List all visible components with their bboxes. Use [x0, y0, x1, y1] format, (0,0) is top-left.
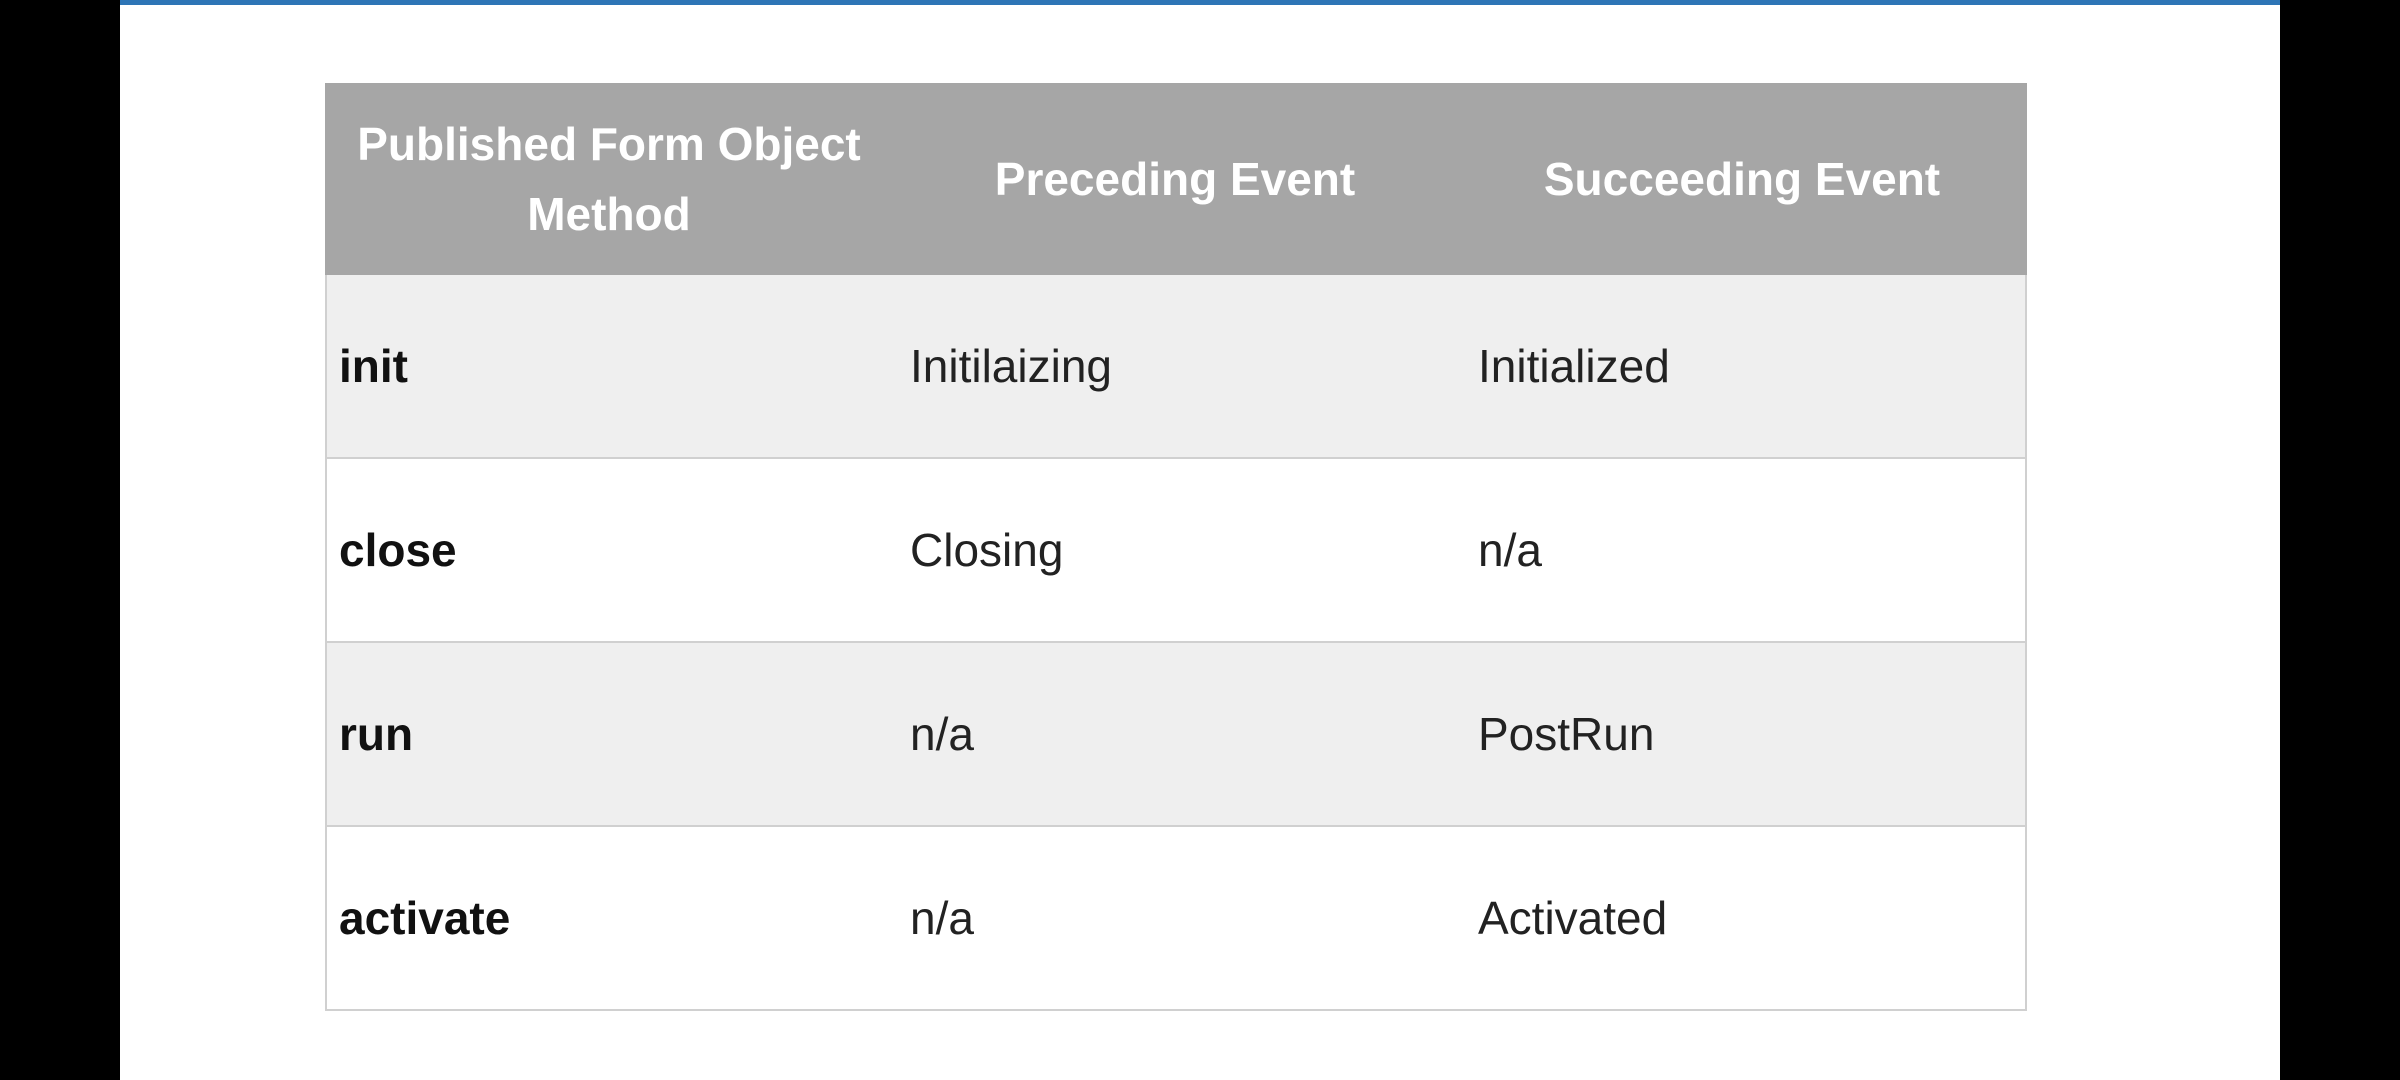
succeeding-event-cell: Activated — [1458, 825, 2027, 1011]
method-cell: activate — [325, 825, 892, 1011]
preceding-event-cell: n/a — [892, 825, 1458, 1011]
succeeding-event-cell: n/a — [1458, 457, 2027, 643]
accent-bar — [120, 0, 2280, 5]
succeeding-event-cell: PostRun — [1458, 641, 2027, 827]
table-row: run n/a PostRun — [325, 641, 2027, 827]
column-header-method: Published Form Object Method — [325, 83, 893, 275]
succeeding-event-cell: Initialized — [1458, 273, 2027, 459]
method-cell: close — [325, 457, 892, 643]
preceding-event-cell: n/a — [892, 641, 1458, 827]
document-page: Published Form Object Method Preceding E… — [120, 0, 2280, 1080]
table-row: init Initilaizing Initialized — [325, 273, 2027, 459]
table-row: close Closing n/a — [325, 457, 2027, 643]
column-header-succeeding: Succeeding Event — [1457, 83, 2027, 275]
preceding-event-cell: Closing — [892, 457, 1458, 643]
column-header-preceding: Preceding Event — [891, 83, 1459, 275]
method-cell: run — [325, 641, 892, 827]
event-table: Published Form Object Method Preceding E… — [325, 83, 2027, 1011]
table-row: activate n/a Activated — [325, 825, 2027, 1011]
method-cell: init — [325, 273, 892, 459]
table-header-row: Published Form Object Method Preceding E… — [325, 83, 2027, 275]
preceding-event-cell: Initilaizing — [892, 273, 1458, 459]
